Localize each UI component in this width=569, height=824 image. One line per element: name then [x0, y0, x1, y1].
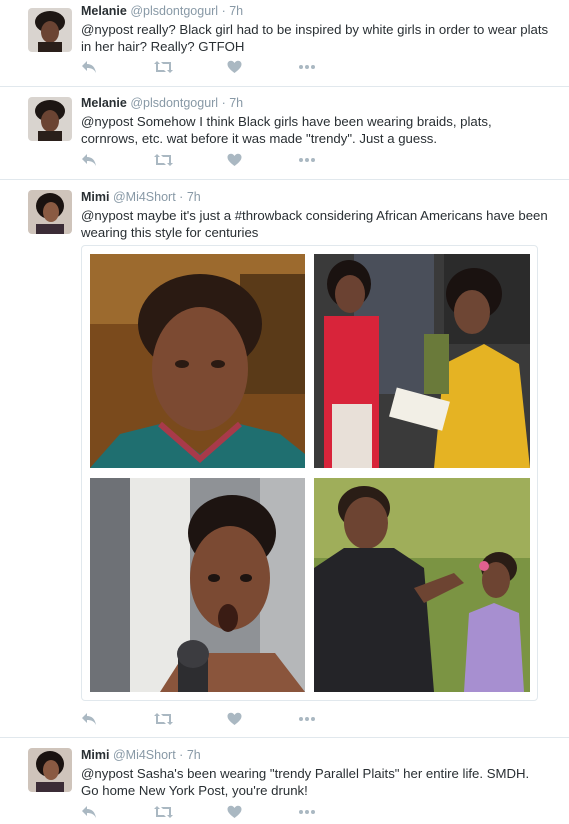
- retweet-icon: [154, 61, 173, 73]
- reply-icon: [82, 61, 96, 73]
- more-icon: [299, 717, 315, 721]
- photo[interactable]: [90, 478, 305, 692]
- more-button[interactable]: [298, 711, 316, 727]
- heart-icon: [227, 805, 242, 818]
- timestamp[interactable]: 7h: [187, 748, 201, 762]
- author-name[interactable]: Mimi: [81, 748, 109, 762]
- author-name[interactable]: Mimi: [81, 190, 109, 204]
- avatar[interactable]: [28, 8, 72, 52]
- heart-icon: [227, 60, 242, 73]
- like-button[interactable]: [227, 804, 242, 820]
- timestamp[interactable]: 7h: [187, 190, 201, 204]
- separator: ·: [179, 190, 184, 204]
- photo[interactable]: [314, 478, 530, 692]
- retweet-icon: [154, 806, 173, 818]
- tweet-feed: Melanie @plsdontgogurl · 7h @nypost real…: [0, 0, 569, 824]
- like-button[interactable]: [227, 59, 242, 75]
- tweet-text: @nypost Somehow I think Black girls have…: [81, 114, 492, 146]
- tweet: Melanie @plsdontgogurl · 7h @nypost real…: [0, 0, 569, 87]
- like-button[interactable]: [227, 711, 242, 727]
- photo[interactable]: [90, 254, 305, 468]
- reply-button[interactable]: [81, 152, 97, 168]
- author-handle[interactable]: @plsdontgogurl: [130, 96, 218, 110]
- tweet-header: Melanie @plsdontgogurl · 7h: [81, 95, 549, 111]
- heart-icon: [227, 153, 242, 166]
- separator: ·: [179, 748, 184, 762]
- author-name[interactable]: Melanie: [81, 96, 127, 110]
- author-handle[interactable]: @Mi4Short: [113, 748, 176, 762]
- retweet-icon: [154, 713, 173, 725]
- retweet-button[interactable]: [154, 804, 173, 820]
- author-name[interactable]: Melanie: [81, 4, 127, 18]
- photo-grid[interactable]: [81, 245, 538, 701]
- tweet-header: Mimi @Mi4Short · 7h: [81, 189, 549, 205]
- retweet-icon: [154, 154, 173, 166]
- reply-icon: [82, 154, 96, 166]
- retweet-button[interactable]: [154, 711, 173, 727]
- heart-icon: [227, 712, 242, 725]
- tweet: Mimi @Mi4Short · 7h @nypost maybe it's j…: [0, 180, 569, 738]
- reply-icon: [82, 713, 96, 725]
- tweet-actions: [81, 711, 341, 727]
- reply-button[interactable]: [81, 59, 97, 75]
- timestamp[interactable]: 7h: [229, 4, 243, 18]
- separator: ·: [221, 4, 226, 18]
- more-button[interactable]: [298, 152, 316, 168]
- tweet-text: @nypost Sasha's been wearing "trendy Par…: [81, 766, 530, 798]
- more-icon: [299, 158, 315, 162]
- reply-button[interactable]: [81, 804, 97, 820]
- tweet-text: @nypost maybe it's just a #throwback con…: [81, 208, 548, 240]
- retweet-button[interactable]: [154, 152, 173, 168]
- tweet-actions: [81, 152, 341, 168]
- retweet-button[interactable]: [154, 59, 173, 75]
- author-handle[interactable]: @Mi4Short: [113, 190, 176, 204]
- avatar[interactable]: [28, 748, 72, 792]
- tweet-header: Melanie @plsdontgogurl · 7h: [81, 3, 549, 19]
- timestamp[interactable]: 7h: [229, 96, 243, 110]
- reply-button[interactable]: [81, 711, 97, 727]
- more-icon: [299, 65, 315, 69]
- reply-icon: [82, 806, 96, 818]
- author-handle[interactable]: @plsdontgogurl: [130, 4, 218, 18]
- more-button[interactable]: [298, 59, 316, 75]
- separator: ·: [221, 96, 226, 110]
- tweet-header: Mimi @Mi4Short · 7h: [81, 747, 549, 763]
- tweet: Melanie @plsdontgogurl · 7h @nypost Some…: [0, 87, 569, 180]
- avatar[interactable]: [28, 97, 72, 141]
- tweet: Mimi @Mi4Short · 7h @nypost Sasha's been…: [0, 738, 569, 824]
- more-button[interactable]: [298, 804, 316, 820]
- avatar[interactable]: [28, 190, 72, 234]
- more-icon: [299, 810, 315, 814]
- photo[interactable]: [314, 254, 530, 468]
- tweet-actions: [81, 59, 341, 75]
- tweet-actions: [81, 804, 341, 820]
- tweet-text: @nypost really? Black girl had to be ins…: [81, 22, 549, 54]
- like-button[interactable]: [227, 152, 242, 168]
